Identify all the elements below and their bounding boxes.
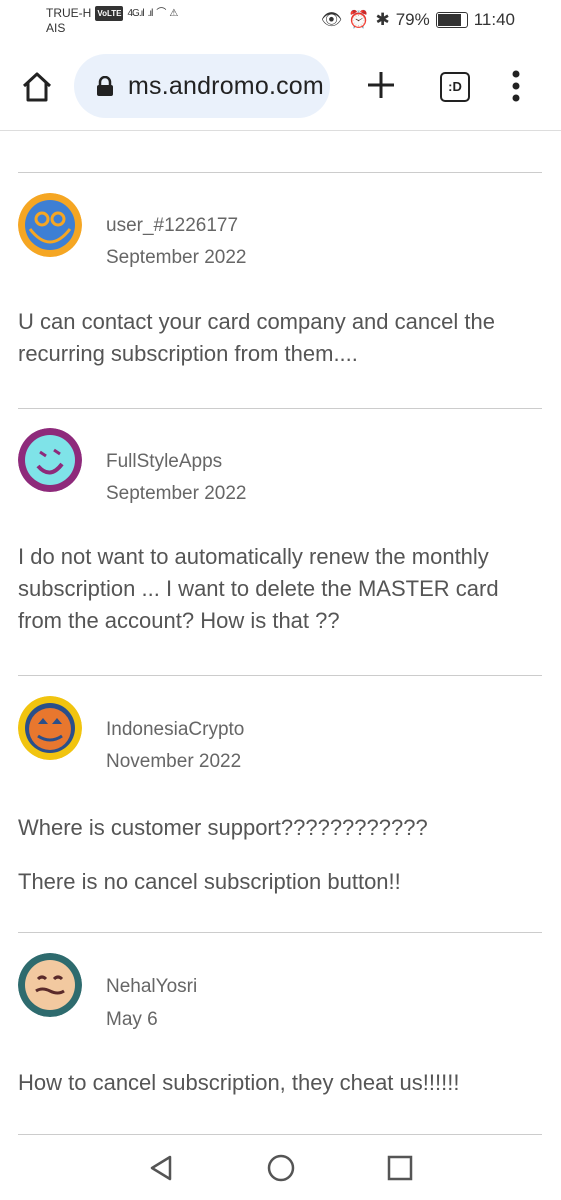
wifi-calling-icon: ⌒ [156, 8, 166, 19]
comment-username[interactable]: FullStyleApps [106, 451, 222, 473]
comment-item: FullStyleApps September 2022 I do not wa… [18, 408, 542, 676]
comment-date: September 2022 [106, 247, 247, 268]
system-nav-bar [0, 1135, 561, 1200]
bluetooth-icon: ✱ [375, 10, 390, 29]
network-type: 4G.ıl [127, 8, 144, 19]
address-bar[interactable]: ms.andromo.com [74, 54, 330, 118]
carrier-info: TRUE-H VoLTE 4G.ıl .ıl ⌒ ⚠ AIS [46, 6, 178, 36]
user-avatar[interactable] [18, 953, 82, 1017]
comment-date: November 2022 [106, 751, 242, 772]
warning-icon: ⚠ [169, 8, 178, 19]
tab-switcher-button[interactable]: :D [440, 72, 470, 102]
battery-icon [435, 12, 468, 28]
comment-date: September 2022 [106, 483, 247, 504]
lock-icon [97, 76, 113, 96]
comment-text: I do not want to automatically renew the… [18, 544, 499, 633]
signal-icon: .ıl [147, 8, 154, 19]
comment-text: How to cancel subscription, they cheat u… [18, 1070, 460, 1095]
comment-username[interactable]: IndonesiaCrypto [106, 719, 244, 741]
clock: 11:40 [473, 10, 515, 29]
status-icons: 👁 ⏰ ✱ 79% 11:40 [321, 10, 515, 30]
comment-username[interactable]: NehalYosri [106, 976, 197, 998]
volte-badge: VoLTE [95, 6, 124, 21]
back-icon[interactable] [148, 1154, 174, 1182]
battery-percent: 79% [395, 10, 430, 29]
comments-section: user_#1226177 September 2022 U can conta… [0, 131, 561, 1135]
status-bar: TRUE-H VoLTE 4G.ıl .ıl ⌒ ⚠ AIS 👁 ⏰ ✱ 79%… [0, 0, 561, 44]
comment-item: IndonesiaCrypto November 2022 Where is c… [18, 675, 542, 933]
comment-text: U can contact your card company and canc… [18, 309, 495, 366]
comment-text: Where is customer support???????????? [18, 815, 428, 840]
comment-item: NehalYosri May 6 How to cancel subscript… [18, 932, 542, 1135]
comment-username[interactable]: user_#1226177 [106, 215, 238, 237]
carrier-bottom: AIS [46, 21, 66, 35]
new-tab-icon[interactable] [364, 68, 398, 102]
comment-date: May 6 [106, 1009, 158, 1030]
home-nav-icon[interactable] [267, 1154, 295, 1182]
recent-apps-icon[interactable] [387, 1155, 413, 1181]
carrier-top: TRUE-H [46, 6, 92, 20]
comment-item: user_#1226177 September 2022 U can conta… [18, 172, 542, 409]
eye-icon: 👁 [320, 10, 343, 29]
home-icon[interactable] [20, 70, 54, 104]
comment-text: There is no cancel subscription button!! [18, 869, 401, 894]
user-avatar[interactable] [18, 428, 82, 492]
browser-toolbar: ms.andromo.com :D [0, 44, 561, 131]
alarm-icon: ⏰ [348, 10, 370, 29]
user-avatar[interactable] [18, 193, 82, 257]
more-menu-icon[interactable] [511, 70, 521, 102]
user-avatar[interactable] [18, 696, 82, 760]
url-text: ms.andromo.com [128, 72, 324, 100]
